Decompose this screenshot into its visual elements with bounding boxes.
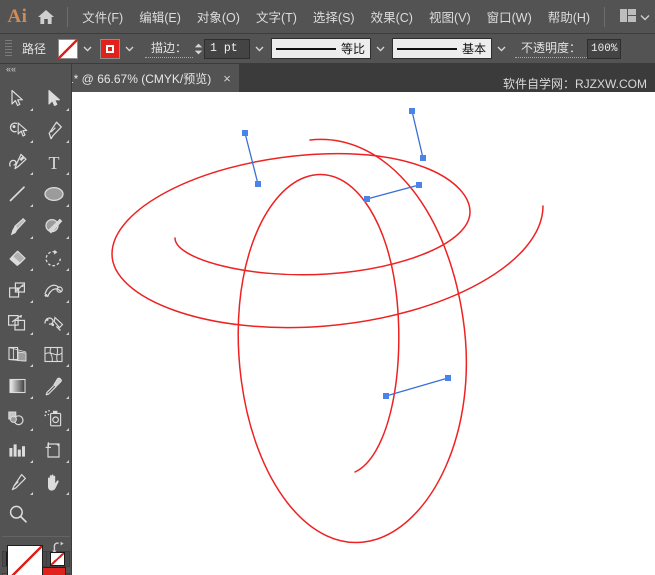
stroke-profile-select[interactable]: 等比 <box>271 38 372 59</box>
bezier-handles[interactable] <box>242 108 451 399</box>
arrange-documents-button[interactable] <box>615 6 655 28</box>
opacity-input[interactable]: 100% <box>587 38 622 59</box>
fill-stroke-controls <box>1 536 70 575</box>
selection-tool[interactable] <box>0 82 36 114</box>
width-tool[interactable] <box>36 274 72 306</box>
gradient-tool[interactable] <box>0 370 36 402</box>
bezier-handle-1-point-2[interactable] <box>255 181 261 187</box>
vertical-spiral[interactable] <box>237 138 468 544</box>
curvature-tool[interactable] <box>0 146 36 178</box>
free-transform-tool[interactable] <box>0 306 36 338</box>
artboard-canvas[interactable] <box>72 92 655 575</box>
rotate-tool[interactable] <box>36 242 72 274</box>
bezier-handle-2-line <box>411 110 424 159</box>
tools-panel-collapse-button[interactable]: «« <box>0 64 71 74</box>
mesh-tool[interactable] <box>36 338 72 370</box>
stroke-profile-label: 等比 <box>341 42 366 56</box>
fill-color-swatch[interactable] <box>58 38 79 59</box>
bezier-handle-3-line <box>366 184 420 200</box>
paintbrush-tool[interactable] <box>0 210 36 242</box>
ellipse-tool[interactable] <box>36 178 72 210</box>
bezier-handle-1[interactable] <box>242 130 261 187</box>
menu-view[interactable]: 视图(V) <box>421 3 479 30</box>
bezier-handle-4-point-2[interactable] <box>445 375 451 381</box>
tool-grid: T <box>0 82 72 530</box>
bezier-handle-3-point-2[interactable] <box>416 182 422 188</box>
menu-object[interactable]: 对象(O) <box>189 3 248 30</box>
arrange-documents-icon <box>619 8 636 25</box>
opacity-label: 不透明度： <box>515 39 588 58</box>
menu-type[interactable]: 文字(T) <box>248 3 305 30</box>
stroke-swatch-dropdown[interactable] <box>121 39 137 59</box>
tools-panel: «« T <box>0 64 72 575</box>
bezier-handle-4[interactable] <box>383 375 451 399</box>
bezier-handle-1-line <box>244 132 259 185</box>
type-tool[interactable]: T <box>36 146 72 178</box>
brush-definition-dropdown[interactable] <box>493 39 509 59</box>
stroke-profile-preview <box>276 47 337 50</box>
illustrator-window: Ai 文件(F) 编辑(E) 对象(O) 文字(T) 选择(S) 效果(C) 视… <box>0 0 655 575</box>
stroke-weight-stepper[interactable] <box>193 39 204 59</box>
symbol-sprayer-tool[interactable] <box>36 402 72 434</box>
bezier-handle-3[interactable] <box>364 182 422 202</box>
perspective-grid-tool[interactable] <box>0 338 36 370</box>
shaper-tool[interactable] <box>36 210 72 242</box>
menu-help[interactable]: 帮助(H) <box>540 3 598 30</box>
blend-tool[interactable] <box>0 402 36 434</box>
horizontal-spiral[interactable] <box>111 152 544 329</box>
brush-definition-preview <box>397 47 458 50</box>
bezier-handle-1-point-1[interactable] <box>242 130 248 136</box>
stroke-weight-input[interactable]: 1 pt <box>204 38 251 59</box>
eyedropper-tool[interactable] <box>36 370 72 402</box>
spiral-paths <box>111 138 544 544</box>
document-tab-bar: 未标题-1* @ 66.67% (CMYK/预览) × 软件自学网：RJZXW.… <box>0 64 655 92</box>
menu-edit[interactable]: 编辑(E) <box>131 3 189 30</box>
watermark-text: 软件自学网：RJZXW.COM <box>503 77 647 91</box>
none-mode-button[interactable] <box>47 552 68 566</box>
pen-tool[interactable] <box>36 114 72 146</box>
fill-color-box[interactable] <box>6 545 43 575</box>
menu-effect[interactable]: 效果(C) <box>363 3 421 30</box>
stroke-weight-dropdown[interactable] <box>251 39 267 59</box>
shape-builder-tool[interactable] <box>36 306 72 338</box>
brush-definition-select[interactable]: 基本 <box>392 38 493 59</box>
menu-file[interactable]: 文件(F) <box>74 3 131 30</box>
app-logo: Ai <box>7 5 28 27</box>
bezier-handle-2[interactable] <box>409 108 426 161</box>
brush-definition-label: 基本 <box>462 42 487 56</box>
line-segment-tool[interactable] <box>0 178 36 210</box>
selection-context-label: 路径 <box>22 42 47 56</box>
bezier-handle-4-point-1[interactable] <box>383 393 389 399</box>
control-bar-grip[interactable] <box>5 39 12 58</box>
artboard-tool[interactable] <box>36 434 72 466</box>
artwork-svg <box>111 108 544 544</box>
eraser-tool[interactable] <box>0 242 36 274</box>
bezier-handle-2-point-1[interactable] <box>409 108 415 114</box>
control-bar: 路径 描边： 1 pt 等比 基本 不透明度： 100% <box>0 34 655 64</box>
slice-tool[interactable] <box>0 466 36 498</box>
stroke-profile-dropdown[interactable] <box>372 39 388 59</box>
menu-separator-2 <box>604 6 605 27</box>
bezier-handle-2-point-2[interactable] <box>420 155 426 161</box>
scale-tool[interactable] <box>0 274 36 306</box>
chevron-down-icon <box>640 10 650 24</box>
bezier-handle-3-point-1[interactable] <box>364 196 370 202</box>
close-icon[interactable]: × <box>223 72 231 85</box>
stroke-color-swatch[interactable] <box>100 38 121 59</box>
svg-text:T: T <box>48 153 59 172</box>
menu-bar: Ai 文件(F) 编辑(E) 对象(O) 文字(T) 选择(S) 效果(C) 视… <box>0 0 655 34</box>
menu-select[interactable]: 选择(S) <box>305 3 363 30</box>
magic-wand-tool[interactable] <box>0 114 36 146</box>
hand-tool[interactable] <box>36 466 72 498</box>
zoom-tool[interactable] <box>0 498 36 530</box>
home-icon[interactable] <box>31 0 61 34</box>
direct-selection-tool[interactable] <box>36 82 72 114</box>
column-graph-tool[interactable] <box>0 434 36 466</box>
menu-separator <box>67 6 69 27</box>
menu-window[interactable]: 窗口(W) <box>479 3 540 30</box>
stroke-weight-label: 描边： <box>145 39 194 58</box>
fill-swatch-dropdown[interactable] <box>79 39 95 59</box>
